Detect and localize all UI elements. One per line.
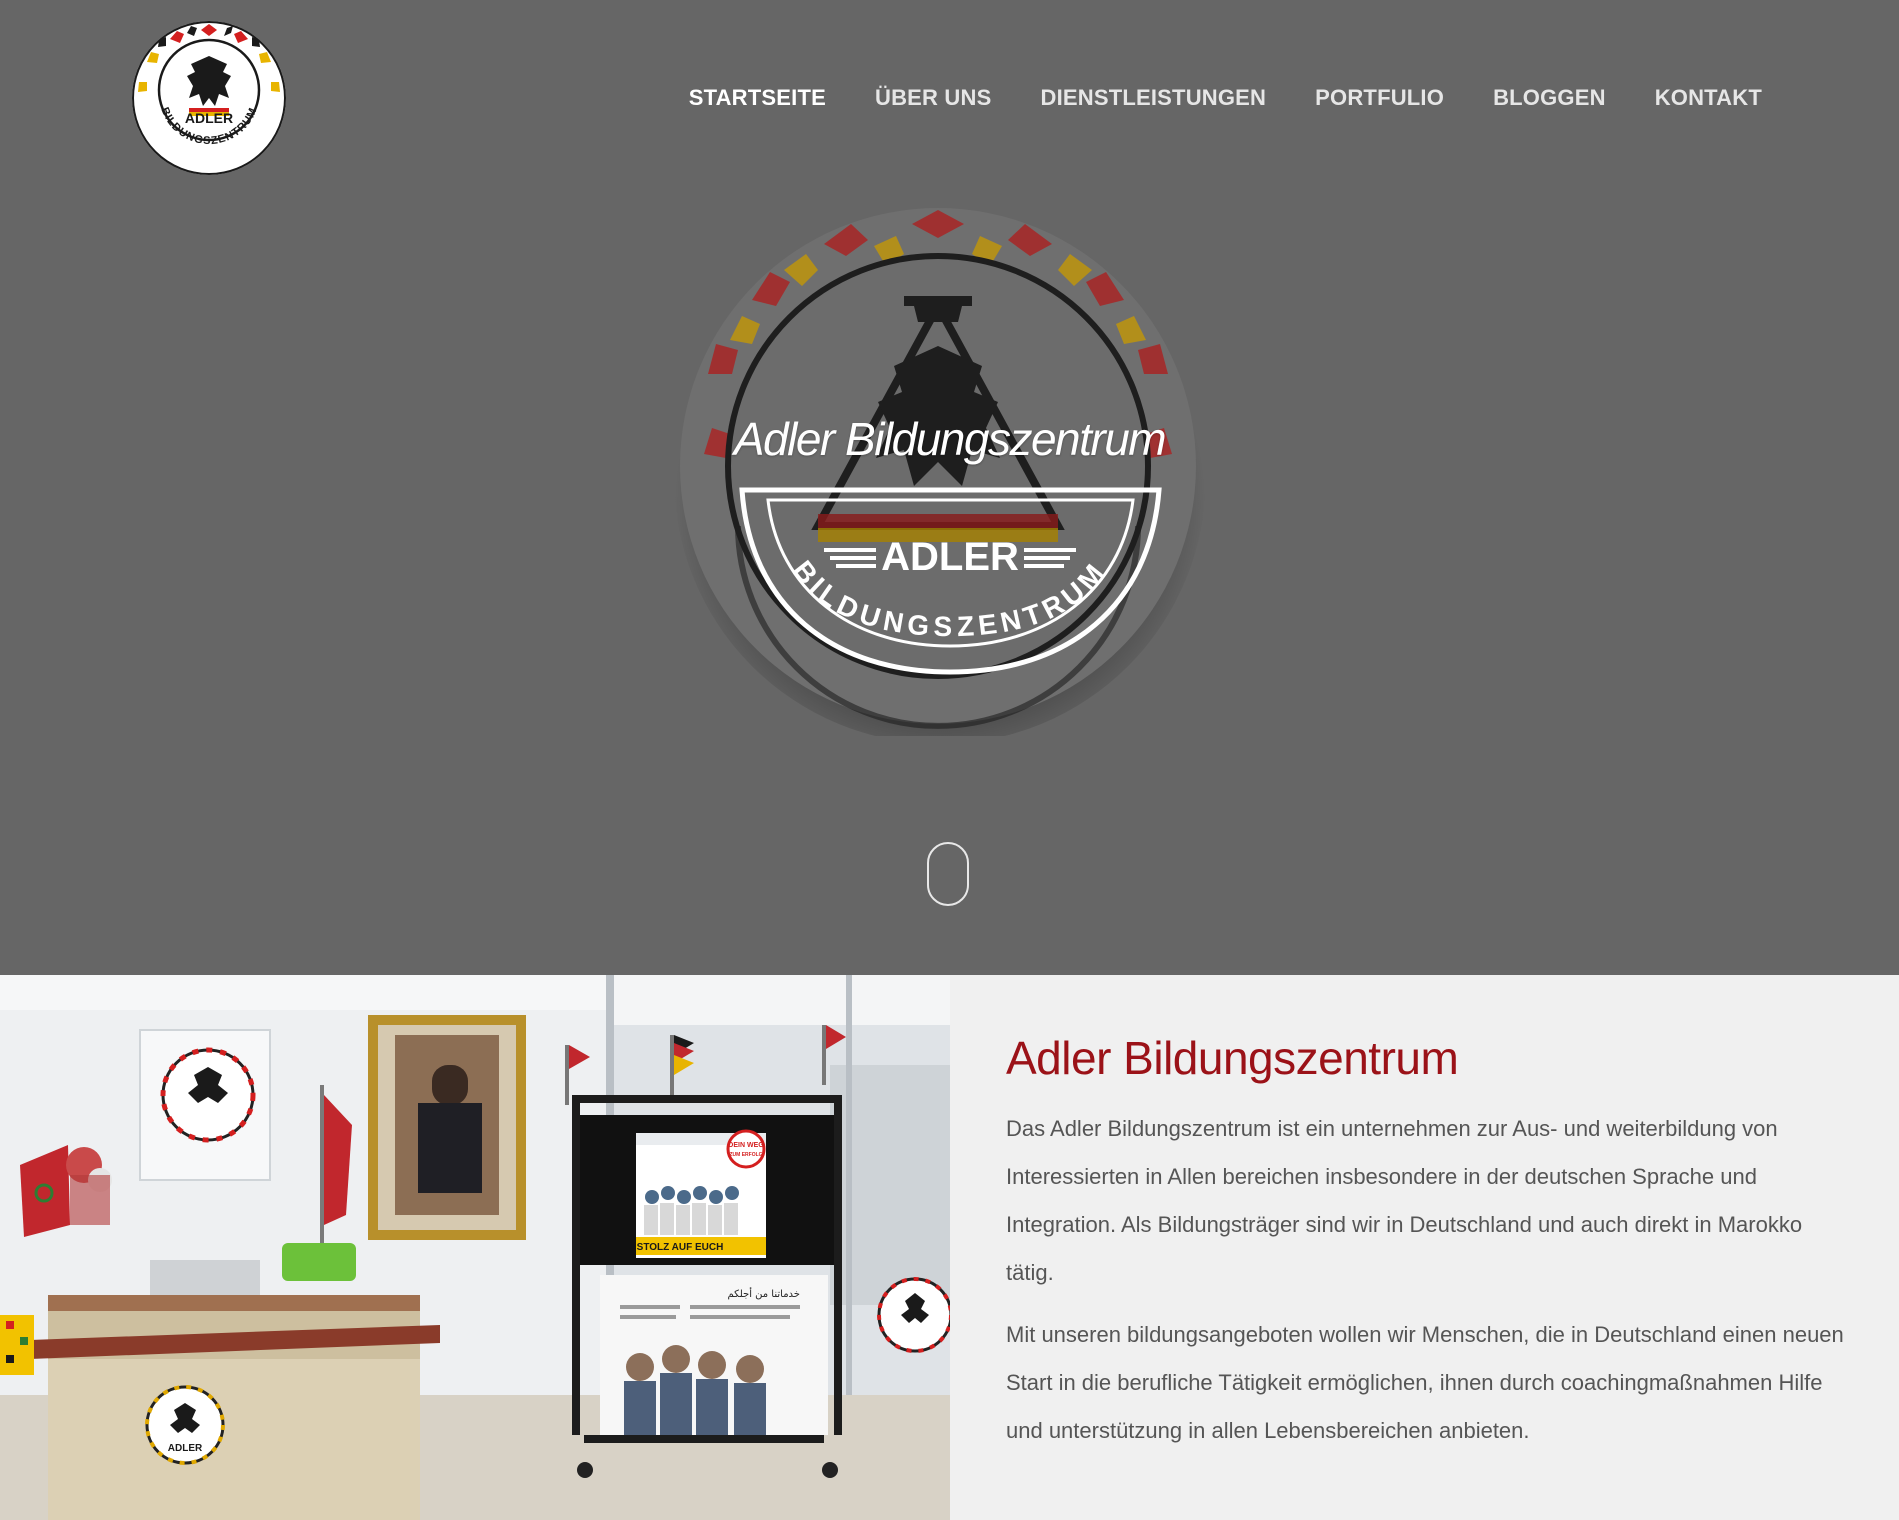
mouse-scroll-icon[interactable] <box>927 842 969 906</box>
svg-text:ZUM ERFOLG: ZUM ERFOLG <box>729 1152 762 1158</box>
office-photo: ADLER DEIN WEG ZUM ERFOLG STOLZ AUF EUCH… <box>0 975 950 1520</box>
nav-item-bloggen[interactable]: BLOGGEN <box>1493 80 1606 116</box>
svg-text:ADLER: ADLER <box>881 535 1019 579</box>
svg-text:ADLER: ADLER <box>168 1443 203 1454</box>
about-section: Adler Bildungszentrum Das Adler Bildungs… <box>950 975 1899 1520</box>
main-nav: STARTSEITE ÜBER UNS DIENSTLEISTUNGEN POR… <box>640 80 1762 116</box>
nav-item-ueber-uns[interactable]: ÜBER UNS <box>875 80 992 116</box>
about-paragraph-2: Mit unseren bildungsangeboten wollen wir… <box>1006 1322 1844 1443</box>
nav-item-kontakt[interactable]: KONTAKT <box>1655 80 1762 116</box>
about-paragraph-1: Das Adler Bildungszentrum ist ein untern… <box>1006 1116 1803 1285</box>
nav-item-portfulio[interactable]: PORTFULIO <box>1315 80 1444 116</box>
nav-item-startseite[interactable]: STARTSEITE <box>689 80 826 116</box>
office-photo-illustration: ADLER DEIN WEG ZUM ERFOLG STOLZ AUF EUCH… <box>0 975 950 1520</box>
hero-badge-logo: ADLER BILDUNGSZENTRUM <box>739 487 1162 675</box>
hero-section: ADLER BILDUNGSZENTRUM STARTSEITE ÜBER UN… <box>0 0 1899 975</box>
svg-text:DEIN WEG: DEIN WEG <box>728 1142 764 1149</box>
nav-item-dienstleistungen[interactable]: DIENSTLEISTUNGEN <box>1040 80 1266 116</box>
svg-text:STOLZ AUF EUCH: STOLZ AUF EUCH <box>637 1242 724 1253</box>
about-heading: Adler Bildungszentrum <box>1006 1032 1459 1084</box>
svg-text:خدماتنا من أجلكم: خدماتنا من أجلكم <box>728 1287 800 1300</box>
hero-title: Adler Bildungszentrum <box>733 413 1167 465</box>
svg-text:ADLER: ADLER <box>185 110 233 126</box>
site-logo[interactable]: ADLER BILDUNGSZENTRUM <box>131 20 287 176</box>
